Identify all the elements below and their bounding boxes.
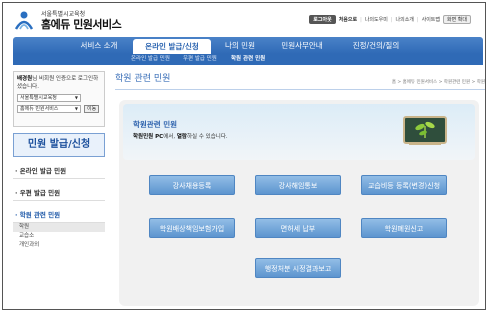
tuition-register-button[interactable]: 교습비등 등록(변경)신청 xyxy=(361,175,447,195)
subnav-post[interactable]: 우편 발급 민원 xyxy=(183,54,217,65)
logout-button[interactable]: 로그아웃 xyxy=(309,15,336,24)
sitemap-link[interactable]: 사이트맵 xyxy=(422,16,440,23)
main-nav: 서비스 소개 온라인 발급/신청 나의 민원 민원사무안내 진정/건의/질의 xyxy=(13,37,483,54)
sidebar-submenu: 학원 교습소 개인과외 xyxy=(13,223,105,250)
dept-select[interactable]: 홈에듀 민원서비스 xyxy=(17,105,81,113)
zoom-button[interactable]: 화면 확대 xyxy=(443,15,471,24)
utility-links: 로그아웃 처음으로 | 나의도우미 | 나의소개 | 사이트맵 화면 확대 xyxy=(309,15,471,24)
region-select[interactable]: 서울특별시교육청 xyxy=(17,94,81,102)
blackboard-sprout-icon xyxy=(403,116,447,145)
corrective-report-button[interactable]: 행정처분 시정결과보고 xyxy=(255,258,341,278)
liability-insurance-button[interactable]: 학원배상책임보험가입 xyxy=(149,218,235,238)
nav-suggestion[interactable]: 진정/건의/질의 xyxy=(339,37,413,54)
site-title[interactable]: 홈에듀 민원서비스 xyxy=(41,16,122,32)
panel-header: 학원관련 민원 학원민원 PC에서, 열람하실 수 있습니다. xyxy=(123,104,475,160)
intro-link[interactable]: 나의소개 xyxy=(396,16,414,23)
subnav-online[interactable]: 온라인 발급 민원 xyxy=(131,54,170,65)
nav-service-intro[interactable]: 서비스 소개 xyxy=(69,37,129,54)
sub-nav: 온라인 발급 민원 우편 발급 민원 학원 관련 민원 xyxy=(13,54,483,65)
instructor-dismiss-button[interactable]: 강사해임통보 xyxy=(255,175,341,195)
panel-title: 학원관련 민원 xyxy=(133,120,178,129)
nav-petition-guide[interactable]: 민원사무안내 xyxy=(269,37,335,54)
instructor-hire-button[interactable]: 강사채용등록 xyxy=(149,175,235,195)
login-message: 배경원님 비회원 인증으로 로그인하셨습니다. xyxy=(17,76,99,90)
submenu-private-tutoring[interactable]: 개인과외 xyxy=(19,241,105,250)
login-box: 배경원님 비회원 인증으로 로그인하셨습니다. 서울특별시교육청 홈에듀 민원서… xyxy=(13,71,105,127)
seoul-education-logo-icon xyxy=(14,11,34,30)
divider: | xyxy=(416,16,419,23)
divider: | xyxy=(360,16,362,23)
license-tax-button[interactable]: 면허세 납부 xyxy=(255,218,341,238)
subnav-academy[interactable]: 학원 관련 민원 xyxy=(231,54,265,65)
sidebar-section-title: 민원 발급/신청 xyxy=(13,133,105,157)
browser-frame: 서울특별시교육청 홈에듀 민원서비스 로그아웃 처음으로 | 나의도우미 | 나… xyxy=(2,2,486,310)
submenu-academy[interactable]: 학원 xyxy=(13,223,105,232)
my-service-link[interactable]: 나의도우미 xyxy=(365,16,388,23)
home-link[interactable]: 처음으로 xyxy=(339,16,357,23)
main-content: 학원 관련 민원 홈 > 홈에듀 민원서비스 > 학원관련 민원 > 학원 xyxy=(115,71,485,90)
sidebar-item-online[interactable]: · 온라인 발급 민원 xyxy=(13,162,105,179)
sidebar-item-post[interactable]: · 우편 발급 민원 xyxy=(13,184,105,201)
title-divider xyxy=(115,89,485,90)
nav-online-issue[interactable]: 온라인 발급/신청 xyxy=(133,39,211,54)
move-button[interactable]: 이동 xyxy=(84,105,100,113)
panel-description: 학원민원 PC에서, 열람하실 수 있습니다. xyxy=(133,134,228,140)
sidebar: 배경원님 비회원 인증으로 로그인하셨습니다. 서울특별시교육청 홈에듀 민원서… xyxy=(13,71,105,250)
submenu-tutoring-center[interactable]: 교습소 xyxy=(19,232,105,241)
sidebar-item-academy[interactable]: · 학원 관련 민원 xyxy=(13,206,105,223)
divider: | xyxy=(390,16,393,23)
academy-closure-button[interactable]: 학원폐원신고 xyxy=(361,218,447,238)
nav-my-petition[interactable]: 나의 민원 xyxy=(215,37,265,54)
breadcrumb: 홈 > 홈에듀 민원서비스 > 학원관련 민원 > 학원 xyxy=(391,80,485,85)
service-panel: 학원관련 민원 학원민원 PC에서, 열람하실 수 있습니다. 강사채용등록 강… xyxy=(119,100,479,306)
